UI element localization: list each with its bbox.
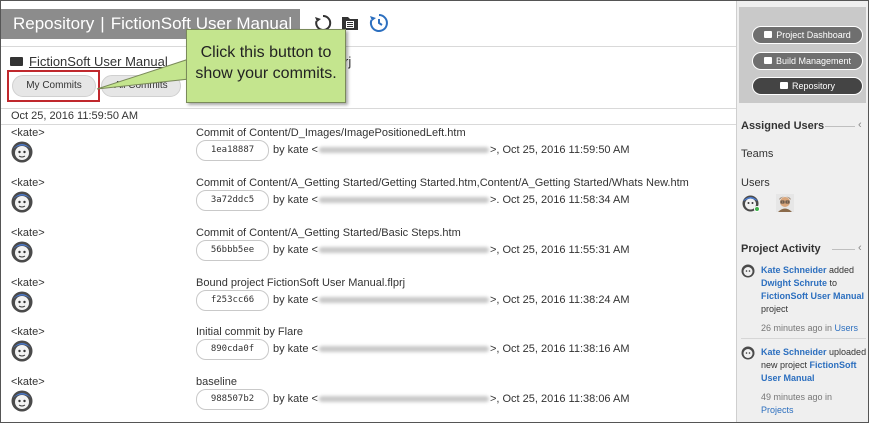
activity-time: 26 minutes ago in Users [761, 322, 868, 335]
project-activity-title: Project Activity [741, 243, 821, 255]
commit-by: by kate < [273, 194, 318, 206]
activity-actor-link[interactable]: Kate Schneider [761, 347, 827, 357]
commit-author: <kate> [11, 326, 45, 338]
section-divider [832, 249, 855, 250]
commit-row: <kate> Initial commit by Flare 890cda0f by … [1, 326, 736, 376]
commit-by: by kate < [273, 244, 318, 256]
commit-row: <kate> Commit of Content/A_Getting Starte… [1, 177, 736, 227]
commit-timestamp: , Oct 25, 2016 11:38:16 AM [496, 343, 630, 355]
author-avatar-icon [11, 340, 33, 362]
commit-row: <kate> baseline 988507b2 by kate < >, Oct 25… [1, 376, 736, 422]
author-avatar-icon [11, 390, 33, 412]
collapse-project-activity-icon[interactable]: ‹ [858, 242, 862, 254]
activity-divider [741, 338, 866, 339]
redacted-email [318, 396, 489, 403]
commit-meta: by kate < >. Oct 25, 2016 11:58:34 AM [273, 194, 630, 206]
activity-suffix: project [761, 304, 789, 314]
commit-row: <kate> Commit of Content/D_Images/ImagePo… [1, 127, 736, 177]
commit-by: by kate < [273, 393, 318, 405]
activity-time: 49 minutes ago in Projects [761, 391, 868, 417]
section-divider [825, 126, 855, 127]
activity-item: Kate Schneider added Dwight Schrute to F… [741, 264, 868, 335]
commit-author: <kate> [11, 277, 45, 289]
redacted-email [318, 147, 489, 154]
commit-author: <kate> [11, 376, 45, 388]
author-avatar-icon [11, 241, 33, 263]
commit-hash-button[interactable]: 1ea18887 [196, 140, 269, 161]
callout-tooltip: Click this button to show your commits. [186, 29, 346, 103]
redacted-email [318, 346, 489, 353]
commit-meta: by kate < >, Oct 25, 2016 11:38:24 AM [273, 294, 630, 306]
right-sidebar: Project Dashboard Build Management Repos… [736, 1, 868, 422]
commit-author: <kate> [11, 127, 45, 139]
build-management-button[interactable]: Build Management [752, 52, 863, 70]
activity-target-link[interactable]: Dwight Schrute [761, 278, 827, 288]
activity-verb: added [826, 265, 855, 275]
activity-actor-link[interactable]: Kate Schneider [761, 265, 827, 275]
commit-message: Bound project FictionSoft User Manual.fl… [196, 277, 406, 289]
commit-hash-button[interactable]: 890cda0f [196, 339, 269, 360]
commit-author: <kate> [11, 227, 45, 239]
commit-hash-button[interactable]: 56bbb5ee [196, 240, 269, 261]
commit-by: by kate < [273, 294, 318, 306]
commit-message: baseline [196, 376, 237, 388]
commit-message: Commit of Content/A_Getting Started/Basi… [196, 227, 461, 239]
commit-by: by kate < [273, 144, 318, 156]
commit-meta: by kate < >, Oct 25, 2016 11:38:16 AM [273, 343, 630, 355]
repository-icon [779, 82, 788, 90]
redacted-email [318, 247, 489, 254]
activity-time-text: 26 minutes ago in [761, 323, 835, 333]
teams-label: Teams [741, 148, 774, 160]
commit-timestamp: . Oct 25, 2016 11:58:34 AM [496, 194, 630, 206]
commit-meta: by kate < >, Oct 25, 2016 11:59:50 AM [273, 144, 630, 156]
dashboard-icon [764, 31, 773, 39]
build-icon [763, 57, 772, 65]
project-dashboard-button[interactable]: Project Dashboard [752, 26, 863, 44]
activity-category-link[interactable]: Users [835, 323, 859, 333]
project-dashboard-label: Project Dashboard [776, 30, 851, 40]
commit-hash-button[interactable]: 988507b2 [196, 389, 269, 410]
author-avatar-icon [11, 141, 33, 163]
commit-row: <kate> Bound project FictionSoft User Man… [1, 277, 736, 327]
activity-item: Kate Schneider uploaded new project Fict… [741, 346, 868, 417]
commit-message: Commit of Content/D_Images/ImagePosition… [196, 127, 466, 139]
activity-text: Kate Schneider uploaded new project Fict… [761, 346, 868, 385]
commit-hash-button[interactable]: 3a72ddc5 [196, 190, 269, 211]
app-window: Repository | FictionSoft User Manual Ficti… [0, 0, 869, 423]
activity-category-link[interactable]: Projects [761, 405, 794, 415]
activity-project-link[interactable]: FictionSoft User Manual [761, 291, 864, 301]
commit-by: by kate < [273, 343, 318, 355]
online-status-indicator [754, 206, 760, 212]
commit-timestamp: , Oct 25, 2016 11:59:50 AM [496, 144, 630, 156]
repository-label: Repository [791, 81, 836, 91]
commit-timestamp: , Oct 25, 2016 11:38:24 AM [496, 294, 630, 306]
activity-avatar [741, 264, 755, 278]
redacted-email [318, 297, 489, 304]
commit-meta: by kate < >, Oct 25, 2016 11:55:31 AM [273, 244, 630, 256]
commit-timestamp: , Oct 25, 2016 11:38:06 AM [496, 393, 630, 405]
activity-time-text: 49 minutes ago in [761, 392, 833, 402]
activity-avatar [741, 346, 755, 360]
commit-timestamp: , Oct 25, 2016 11:55:31 AM [496, 244, 630, 256]
commit-author: <kate> [11, 177, 45, 189]
author-avatar-icon [11, 291, 33, 313]
activity-prep: to [827, 278, 838, 288]
commit-meta: by kate < >, Oct 25, 2016 11:38:06 AM [273, 393, 630, 405]
redacted-email [318, 197, 489, 204]
activity-text: Kate Schneider added Dwight Schrute to F… [761, 264, 868, 316]
commit-row: <kate> Commit of Content/A_Getting Starte… [1, 227, 736, 277]
user-avatar-dwight[interactable] [776, 194, 794, 212]
repository-button[interactable]: Repository [752, 77, 863, 95]
commit-message: Commit of Content/A_Getting Started/Gett… [196, 177, 689, 189]
commit-message: Initial commit by Flare [196, 326, 303, 338]
nav-panel: Project Dashboard Build Management Repos… [739, 7, 866, 103]
users-label: Users [741, 177, 770, 189]
commit-hash-button[interactable]: f253cc66 [196, 290, 269, 311]
build-management-label: Build Management [775, 56, 852, 66]
author-avatar-icon [11, 191, 33, 213]
assigned-users-title: Assigned Users [741, 120, 825, 132]
collapse-assigned-users-icon[interactable]: ‹ [858, 119, 862, 131]
